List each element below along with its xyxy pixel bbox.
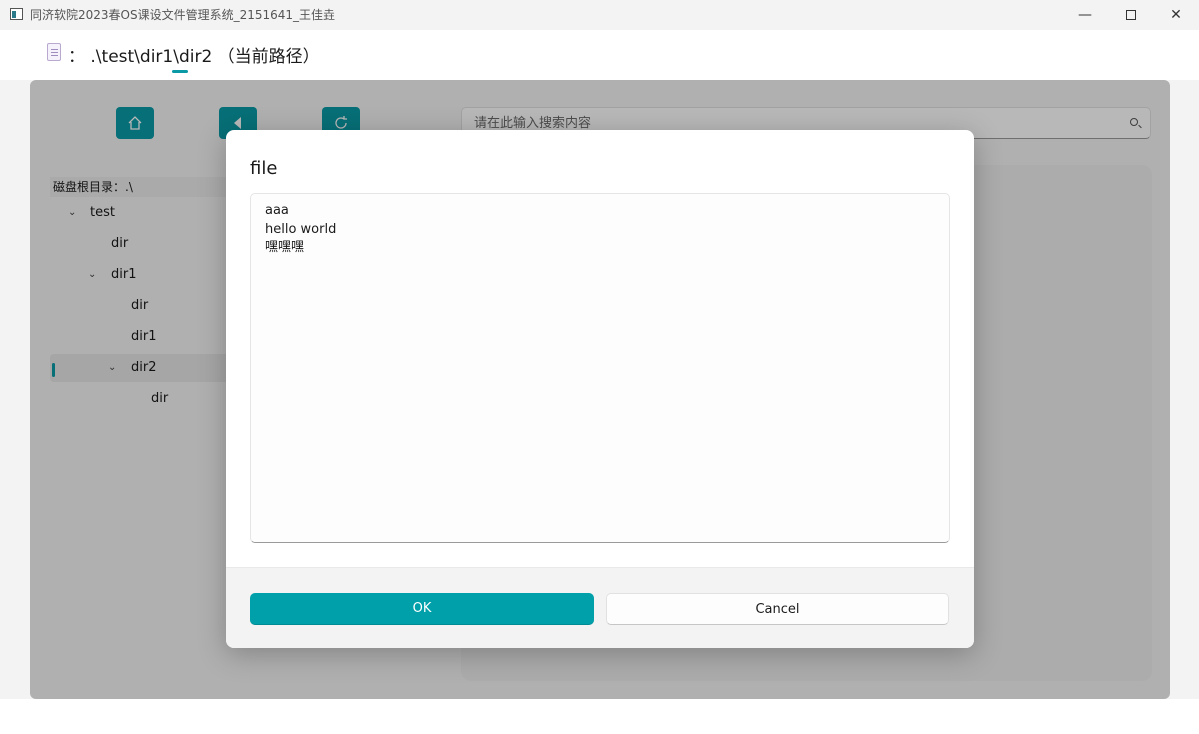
content-line: hello world: [265, 221, 337, 237]
close-button[interactable]: ✕: [1153, 0, 1199, 30]
maximize-icon: [1126, 10, 1136, 20]
app-icon: [10, 8, 23, 20]
cancel-button[interactable]: Cancel: [606, 593, 949, 625]
bottom-strip: [0, 699, 1199, 734]
document-icon: [47, 43, 61, 61]
dialog-title: file: [250, 158, 278, 179]
current-path: ： .\test\dir1\dir2 （当前路径）: [68, 47, 320, 67]
content-line: aaa: [265, 203, 289, 218]
dialog-footer: OK Cancel: [226, 567, 974, 648]
window-title: 同济软院2023春OS课设文件管理系统_2151641_王佳垚: [30, 8, 336, 22]
title-bar: 同济软院2023春OS课设文件管理系统_2151641_王佳垚 — ✕: [0, 0, 1199, 30]
ok-button[interactable]: OK: [250, 593, 594, 625]
path-underline: [172, 70, 188, 73]
minimize-icon: —: [1078, 7, 1092, 23]
file-content-editor[interactable]: aaa hello world 嘿嘿嘿: [250, 193, 950, 543]
minimize-button[interactable]: —: [1062, 0, 1108, 30]
path-header: ： .\test\dir1\dir2 （当前路径）: [0, 30, 1199, 80]
content-line: 嘿嘿嘿: [265, 240, 305, 255]
file-dialog: file aaa hello world 嘿嘿嘿 OK Cancel: [226, 130, 974, 648]
close-icon: ✕: [1170, 7, 1182, 23]
maximize-button[interactable]: [1108, 0, 1154, 30]
